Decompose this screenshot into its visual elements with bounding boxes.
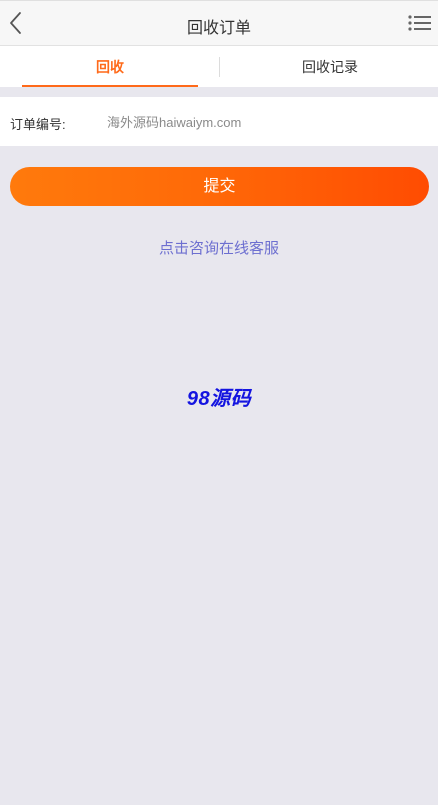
order-number-row: 订单编号:	[0, 97, 438, 146]
order-number-label: 订单编号:	[10, 117, 66, 132]
list-menu-icon	[408, 15, 431, 31]
tab-recycle[interactable]: 回收	[22, 46, 198, 87]
tab-recycle-records[interactable]: 回收记录	[240, 46, 420, 87]
page-title: 回收订单	[186, 20, 251, 37]
order-number-input[interactable]	[104, 109, 427, 133]
watermark-text: 98源码	[186, 388, 252, 410]
online-support-link[interactable]: 点击咨询在线客服	[0, 237, 438, 258]
menu-button[interactable]	[408, 14, 432, 34]
submit-button[interactable]: 提交	[10, 167, 429, 206]
tab-divider	[219, 57, 220, 77]
tab-bar: 回收 回收记录	[0, 46, 438, 87]
active-tab-indicator	[22, 85, 198, 87]
app-header: 回收订单	[0, 0, 438, 46]
